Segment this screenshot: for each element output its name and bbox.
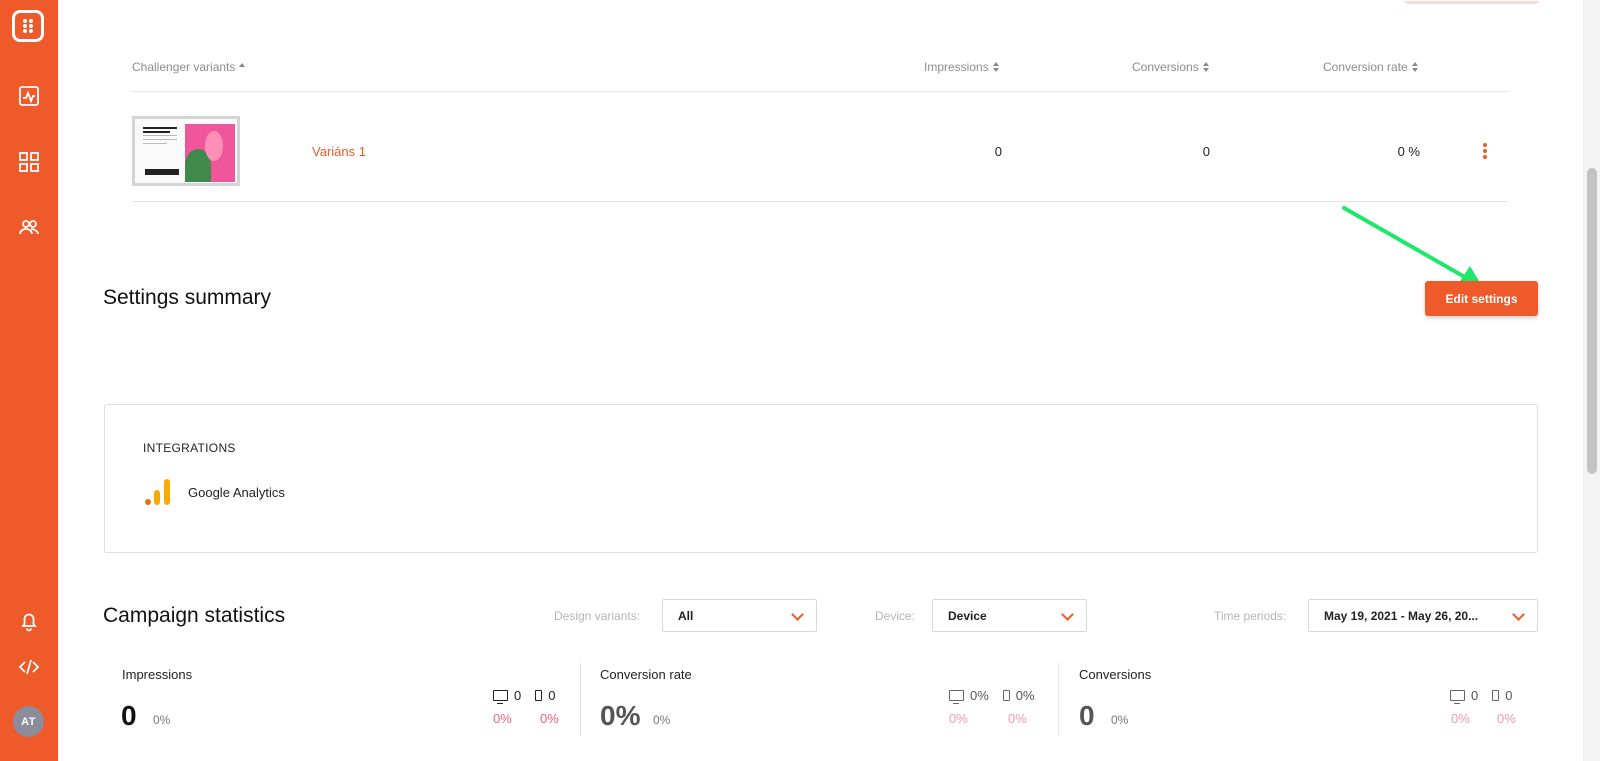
sort-icon: [1411, 62, 1419, 72]
integration-name: Google Analytics: [188, 485, 285, 500]
time-periods-select[interactable]: May 19, 2021 - May 26, 20...: [1308, 599, 1538, 632]
integrations-title: INTEGRATIONS: [143, 441, 236, 455]
desktop-icon: [949, 690, 964, 704]
device-breakdown-conversion-rate: 0% 0%: [949, 688, 1035, 704]
desktop-icon: [493, 690, 508, 704]
desktop-change: 0%: [949, 711, 968, 726]
google-analytics-icon: [145, 479, 170, 505]
sidebar: AT: [0, 0, 58, 761]
sort-icon: [992, 62, 1000, 72]
stat-value-impressions: 0: [121, 700, 137, 731]
stat-change-conversions: 0%: [1111, 713, 1129, 727]
sort-icon: [1202, 62, 1210, 72]
stat-value-conversions: 0: [1079, 700, 1095, 731]
variant-impressions: 0: [994, 144, 1002, 159]
desktop-change: 0%: [493, 711, 512, 726]
campaigns-grid-icon[interactable]: [17, 150, 41, 174]
device-breakdown-impressions: 0 0: [493, 688, 555, 704]
desktop-icon: [1450, 690, 1465, 704]
settings-summary-title: Settings summary: [103, 286, 272, 309]
campaign-statistics-title: Campaign statistics: [103, 604, 286, 627]
chevron-down-icon: [1512, 608, 1525, 621]
row-menu-icon[interactable]: [1482, 143, 1488, 159]
code-icon[interactable]: [17, 655, 41, 679]
stat-value-conversion-rate: 0%: [600, 700, 641, 731]
variant-thumbnail[interactable]: [132, 116, 240, 186]
vertical-scrollbar[interactable]: [1583, 0, 1600, 761]
scrollbar-thumb[interactable]: [1587, 168, 1597, 474]
mobile-change: 0%: [1497, 711, 1516, 726]
design-variants-select[interactable]: All: [662, 599, 817, 632]
integrations-card: INTEGRATIONS Google Analytics: [104, 404, 1538, 553]
mobile-change: 0%: [1008, 711, 1027, 726]
variant-conversion-rate: 0 %: [1397, 144, 1420, 159]
table-divider: [132, 91, 1508, 92]
stat-divider: [580, 663, 581, 736]
variant-conversions: 0: [1202, 144, 1210, 159]
device-select[interactable]: Device: [932, 599, 1087, 632]
desktop-change: 0%: [1451, 711, 1470, 726]
analytics-icon[interactable]: [17, 84, 41, 108]
users-icon[interactable]: [17, 215, 41, 239]
app-logo-icon[interactable]: [12, 10, 44, 42]
time-periods-label: Time periods:: [1214, 609, 1287, 623]
stat-change-conversion-rate: 0%: [653, 713, 671, 727]
annotation-arrow-icon: [1342, 206, 1482, 286]
column-header-conversion-rate[interactable]: Conversion rate: [1323, 60, 1419, 74]
design-variants-label: Design variants:: [554, 609, 641, 623]
chevron-down-icon: [791, 608, 804, 621]
stat-change-impressions: 0%: [153, 713, 171, 727]
stat-label-conversion-rate: Conversion rate: [600, 667, 692, 682]
bell-icon[interactable]: [17, 609, 41, 633]
edit-settings-button[interactable]: Edit settings: [1425, 281, 1538, 316]
chevron-down-icon: [1061, 608, 1074, 621]
variant-name-link[interactable]: Variáns 1: [312, 144, 366, 159]
device-label: Device:: [875, 609, 916, 623]
stat-label-conversions: Conversions: [1079, 667, 1152, 682]
column-header-impressions[interactable]: Impressions: [924, 60, 1000, 74]
mobile-icon: [1002, 690, 1010, 701]
column-header-conversions[interactable]: Conversions: [1132, 60, 1210, 74]
mobile-change: 0%: [540, 711, 559, 726]
top-edge-element: [1404, 0, 1539, 4]
device-breakdown-conversions: 0 0: [1450, 688, 1512, 704]
stat-label-impressions: Impressions: [122, 667, 193, 682]
table-divider: [132, 201, 1508, 202]
avatar[interactable]: AT: [13, 706, 44, 737]
sort-asc-icon: [239, 62, 246, 68]
mobile-icon: [535, 690, 543, 701]
column-header-variants[interactable]: Challenger variants: [132, 60, 246, 74]
mobile-icon: [1492, 690, 1500, 701]
stat-divider: [1058, 663, 1059, 736]
